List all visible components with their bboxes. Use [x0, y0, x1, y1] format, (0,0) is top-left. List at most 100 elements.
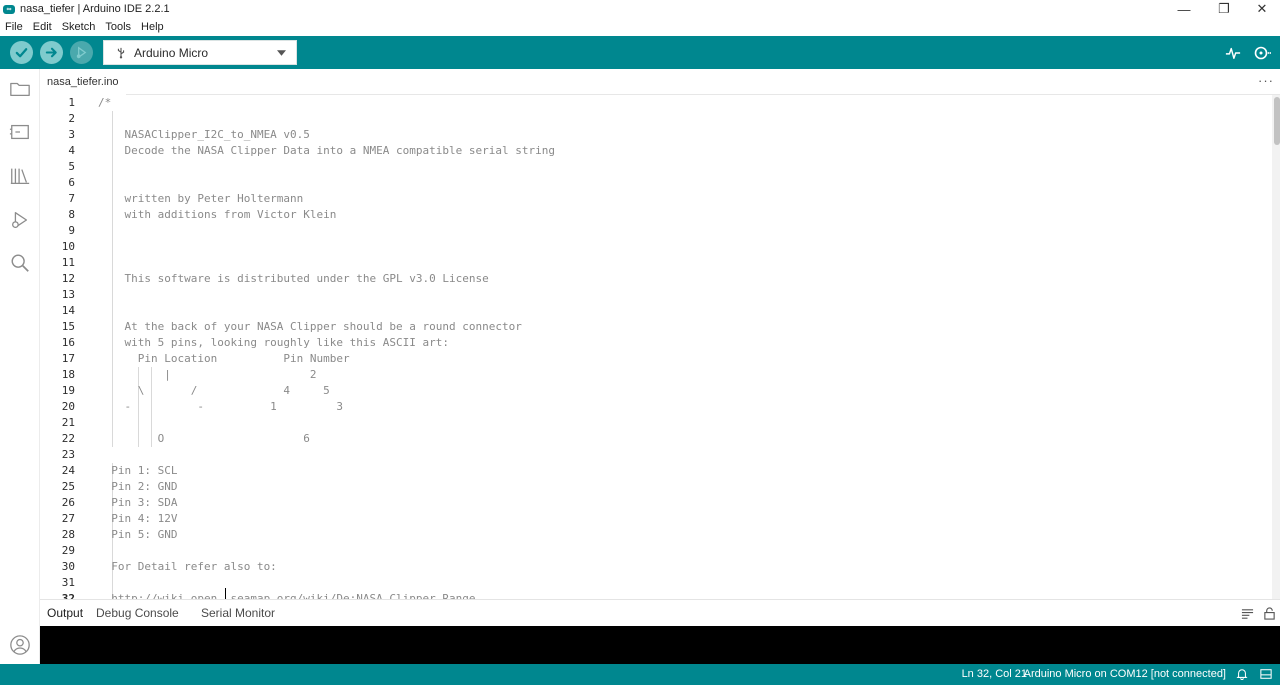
code-line: | 2 — [98, 368, 317, 381]
debug-icon[interactable] — [8, 208, 32, 232]
tab-output[interactable]: Output — [47, 606, 83, 620]
folder-icon[interactable] — [8, 77, 32, 101]
board-status[interactable]: Arduino Micro on COM12 [not connected] — [1024, 668, 1226, 680]
line-number: 22 — [61, 432, 75, 445]
line-number: 32 — [61, 592, 75, 599]
cursor-position[interactable]: Ln 32, Col 21 — [962, 668, 1027, 680]
profile-icon[interactable] — [8, 633, 32, 657]
toolbar: Arduino Micro — [0, 36, 1280, 69]
line-number: 25 — [61, 480, 75, 493]
line-number: 21 — [61, 416, 75, 429]
line-number: 3 — [68, 128, 75, 141]
line-number: 10 — [61, 240, 75, 253]
code-line: written by Peter Holtermann — [98, 192, 304, 205]
line-number: 15 — [61, 320, 75, 333]
line-number: 5 — [68, 160, 75, 173]
usb-icon — [114, 46, 128, 60]
scrollbar-thumb[interactable] — [1274, 97, 1280, 145]
board-selector[interactable]: Arduino Micro — [103, 40, 297, 65]
code-line: O 6 — [98, 432, 310, 445]
line-number: 8 — [68, 208, 75, 221]
serial-plotter-button[interactable] — [1224, 44, 1242, 62]
code-line: Pin 4: 12V — [98, 512, 178, 525]
panel-layout-icon[interactable] — [1259, 667, 1273, 681]
output-console[interactable] — [40, 626, 1280, 664]
code-line: Pin 2: GND — [98, 480, 178, 493]
code-line: At the back of your NASA Clipper should … — [98, 320, 522, 333]
line-number: 18 — [61, 368, 75, 381]
code-line: - - 1 3 — [98, 400, 344, 413]
search-icon[interactable] — [8, 251, 32, 275]
menu-edit[interactable]: Edit — [28, 21, 57, 33]
line-number: 16 — [61, 336, 75, 349]
debug-icon — [76, 46, 87, 59]
menu-tools[interactable]: Tools — [100, 21, 136, 33]
serial-monitor-icon — [1254, 46, 1271, 60]
line-number: 11 — [61, 256, 75, 269]
activity-sidebar — [0, 69, 40, 664]
bottom-panel-tabs: Output Debug Console Serial Monitor — [40, 599, 1280, 626]
checkmark-icon — [15, 48, 28, 58]
code-line: \ / 4 5 — [98, 384, 330, 397]
code-line: This software is distributed under the G… — [98, 272, 489, 285]
line-number: 14 — [61, 304, 75, 317]
line-number: 9 — [68, 224, 75, 237]
line-number: 12 — [61, 272, 75, 285]
line-number: 24 — [61, 464, 75, 477]
board-name: Arduino Micro — [134, 45, 209, 60]
line-number: 28 — [61, 528, 75, 541]
editor-tab-bar: nasa_tiefer.ino ··· — [40, 69, 1280, 95]
line-number: 26 — [61, 496, 75, 509]
status-bar: Ln 32, Col 21 Arduino Micro on COM12 [no… — [0, 664, 1280, 685]
window-title: nasa_tiefer | Arduino IDE 2.2.1 — [20, 3, 170, 15]
maximize-button[interactable]: ❐ — [1204, 0, 1244, 18]
more-actions-icon[interactable]: ··· — [1258, 73, 1274, 88]
code-line: For Detail refer also to: — [98, 560, 277, 573]
line-number: 4 — [68, 144, 75, 157]
code-editor[interactable]: 1 2 3 4 5 6 7 8 9 10 11 12 13 14 15 16 17 18 19 20 21 22 23 24 2… — [40, 95, 1280, 599]
tab-serial-monitor[interactable]: Serial Monitor — [201, 606, 275, 620]
debug-button[interactable] — [70, 41, 93, 64]
menu-help[interactable]: Help — [136, 21, 169, 33]
tab-nasa-tiefer-ino[interactable]: nasa_tiefer.ino — [40, 69, 126, 95]
editor-scrollbar[interactable] — [1272, 95, 1280, 599]
line-number-gutter: 1 2 3 4 5 6 7 8 9 10 11 12 13 14 15 16 17 18 19 20 21 22 23 24 2… — [40, 95, 90, 599]
code-line: Pin 1: SCL — [98, 464, 178, 477]
verify-button[interactable] — [10, 41, 33, 64]
serial-monitor-button[interactable] — [1253, 44, 1271, 62]
upload-button[interactable] — [40, 41, 63, 64]
bell-icon[interactable] — [1235, 667, 1249, 681]
library-icon[interactable] — [8, 164, 32, 188]
minimize-button[interactable]: — — [1164, 0, 1204, 18]
chevron-down-icon — [274, 49, 288, 56]
code-line: http://wiki.open seamap.org/wiki/De:NASA… — [98, 592, 476, 599]
line-number: 23 — [61, 448, 75, 461]
code-line: /* — [98, 96, 112, 109]
menu-sketch[interactable]: Sketch — [57, 21, 101, 33]
arduino-logo-icon: ∞ — [3, 4, 15, 14]
arrow-right-icon — [45, 47, 57, 58]
code-line: Pin 3: SDA — [98, 496, 178, 509]
lock-icon[interactable] — [1262, 605, 1276, 621]
close-button[interactable]: ✕ — [1242, 0, 1280, 18]
line-number: 31 — [61, 576, 75, 589]
menu-file[interactable]: File — [0, 21, 28, 33]
line-number: 7 — [68, 192, 75, 205]
code-line: NASAClipper_I2C_to_NMEA v0.5 — [98, 128, 310, 141]
code-line: with 5 pins, looking roughly like this A… — [98, 336, 449, 349]
code-line: Pin 5: GND — [98, 528, 178, 541]
code-line: Decode the NASA Clipper Data into a NMEA… — [98, 144, 555, 157]
board-manager-icon[interactable] — [8, 120, 32, 144]
line-number: 13 — [61, 288, 75, 301]
line-number: 27 — [61, 512, 75, 525]
tab-debug-console[interactable]: Debug Console — [96, 606, 179, 620]
arduino-ide-window: ∞ nasa_tiefer | Arduino IDE 2.2.1 — ❐ ✕ … — [0, 0, 1280, 685]
line-number: 19 — [61, 384, 75, 397]
line-number: 1 — [68, 96, 75, 109]
code-line: Pin Location Pin Number — [98, 352, 350, 365]
line-number: 20 — [61, 400, 75, 413]
line-number: 30 — [61, 560, 75, 573]
line-number: 17 — [61, 352, 75, 365]
code-area[interactable]: /* NASAClipper_I2C_to_NMEA v0.5 Decode t… — [98, 95, 1258, 599]
clear-output-icon[interactable] — [1240, 605, 1254, 621]
